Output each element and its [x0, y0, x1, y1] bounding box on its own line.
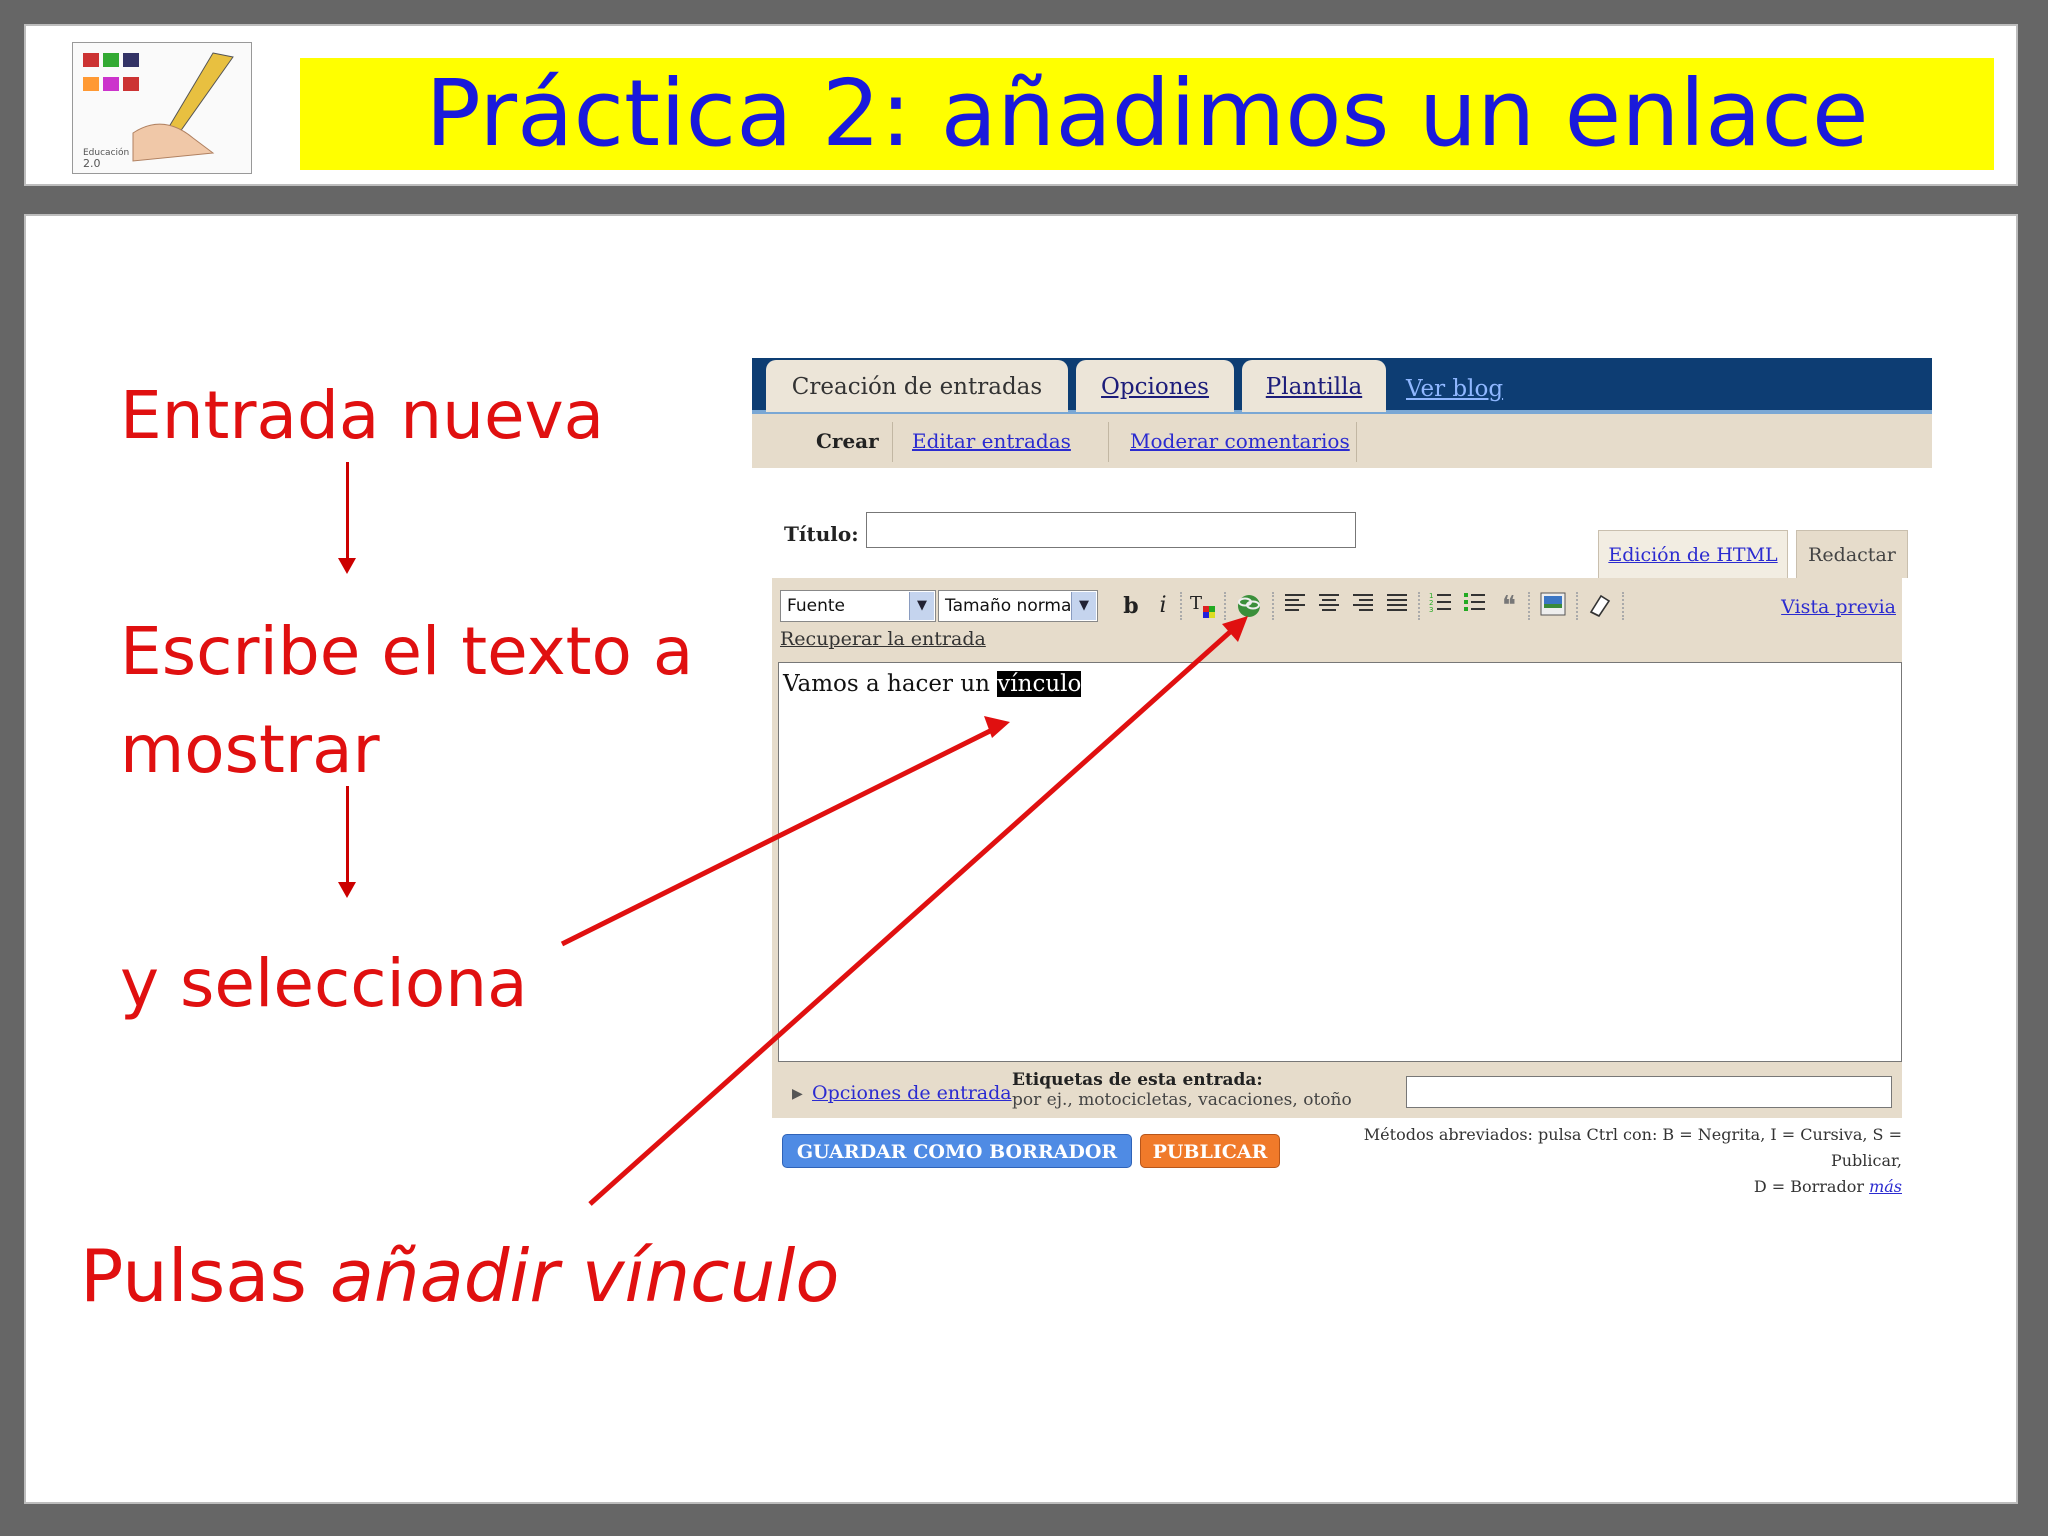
arrow-to-selected-text: [560, 727, 994, 947]
svg-text:2.0: 2.0: [83, 157, 101, 170]
arrow-to-add-link-button: [588, 630, 1232, 1206]
pointer-arrows: [560, 616, 1248, 1206]
page-title: Práctica 2: añadimos un enlace: [425, 60, 1869, 167]
educacion-logo-image: Educación 2.0: [72, 42, 252, 174]
slide-body: Entrada nueva Escribe el texto a mostrar…: [24, 214, 2018, 1504]
slide-header: Educación 2.0 Práctica 2: añadimos un en…: [24, 24, 2018, 186]
title-banner: Práctica 2: añadimos un enlace: [300, 58, 1994, 170]
